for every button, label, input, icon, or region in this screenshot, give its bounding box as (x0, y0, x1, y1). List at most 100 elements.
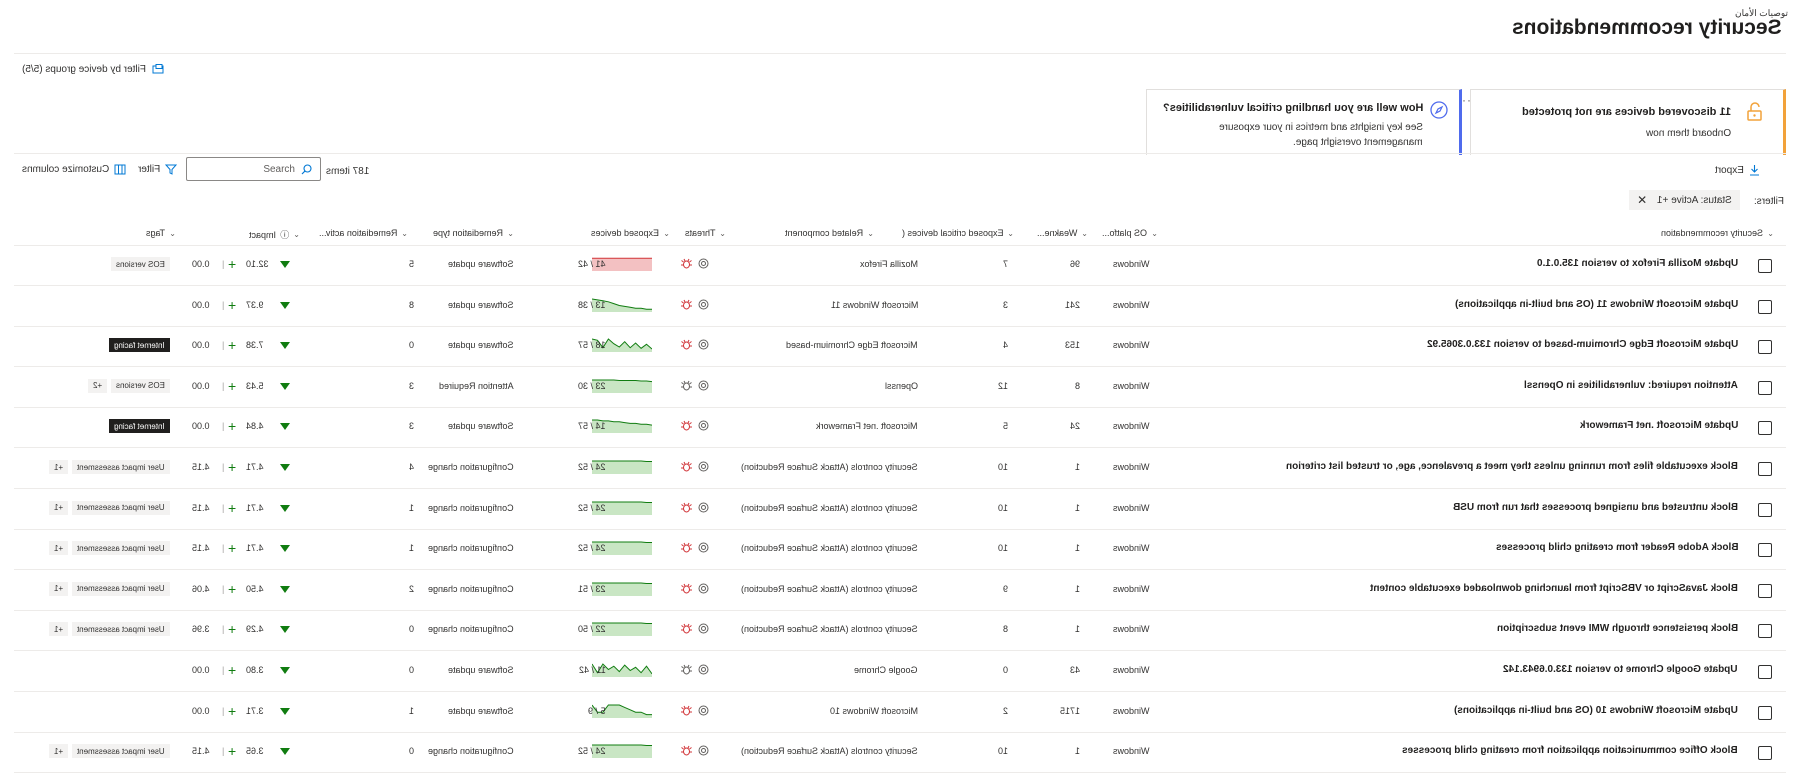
column-header-remediation-type[interactable]: Remediation type ⌄ (433, 228, 514, 238)
bug-icon[interactable] (680, 257, 693, 270)
recommendation-name[interactable]: Attention required: vulnerabilities in O… (1524, 380, 1738, 391)
row-checkbox[interactable] (1758, 624, 1772, 639)
device-group-filter[interactable]: Filter by device groups (5/5) (22, 64, 164, 75)
threat-insight-icon[interactable] (697, 501, 710, 514)
threat-insight-icon[interactable] (697, 663, 710, 676)
chevron-down-icon: ⌄ (1007, 228, 1014, 238)
column-header-component[interactable]: Related component ⌄ (785, 228, 874, 238)
row-checkbox[interactable] (1758, 665, 1772, 679)
row-checkbox[interactable] (1758, 502, 1772, 517)
recommendation-name[interactable]: Block JavaScript or VBScript from launch… (1370, 583, 1738, 594)
row-checkbox[interactable] (1758, 543, 1772, 558)
column-header-label: OS platfo... (1102, 228, 1148, 238)
bug-icon[interactable] (680, 744, 693, 757)
recommendation-name[interactable]: Block executable files from running unle… (1286, 461, 1738, 472)
bug-icon[interactable] (680, 541, 693, 554)
recommendation-name[interactable]: Block persistence through WMI event subs… (1497, 623, 1738, 634)
card-divider (14, 153, 1786, 154)
recommendation-name[interactable]: Update Google Chrome to version 133.0.69… (1503, 664, 1738, 675)
table-row[interactable]: Block persistence through WMI event subs… (14, 611, 1786, 652)
threat-insight-icon[interactable] (697, 338, 710, 351)
bug-icon[interactable] (680, 622, 693, 635)
table-row[interactable]: Update Microsoft Windows 11 (OS and buil… (14, 287, 1786, 327)
recommendation-name[interactable]: Block untrusted and unsigned processes t… (1453, 502, 1738, 513)
row-checkbox[interactable] (1758, 259, 1772, 273)
threat-insight-icon[interactable] (697, 744, 710, 757)
exposed-devices-text: 13 / 38 (578, 299, 606, 310)
row-checkbox[interactable] (1758, 705, 1772, 720)
info-icon: ⓘ (280, 230, 290, 240)
threat-insight-icon[interactable] (697, 419, 710, 432)
column-header-threats[interactable]: Threats ⌄ (685, 228, 726, 238)
tag-text: EOS versions (116, 381, 165, 391)
column-header-name[interactable]: Security recommendation ⌄ (1661, 228, 1774, 238)
remediation-type-text: Configuration change (428, 462, 514, 472)
recommendation-name[interactable]: Update Mozilla Firefox to version 135.0.… (1537, 258, 1738, 269)
bug-icon[interactable] (680, 379, 693, 392)
table-row[interactable]: Update Mozilla Firefox to version 135.0.… (14, 246, 1786, 286)
column-header-tags[interactable]: Tags ⌄ (146, 228, 176, 238)
tag-text: User impact assessment (77, 543, 165, 553)
bug-icon[interactable] (680, 298, 693, 311)
bug-icon[interactable] (680, 501, 693, 514)
column-header-remediation-activity[interactable]: Remediation activ... ⌄ (319, 228, 408, 238)
weaknesses: 241 (1065, 300, 1080, 310)
export-button[interactable]: Export (1715, 164, 1760, 176)
threat-insight-icon[interactable] (697, 622, 710, 635)
exposed-critical-devices: 10 (998, 543, 1008, 553)
row-checkbox[interactable] (1758, 340, 1772, 355)
customize-label: Customize columns (22, 164, 110, 175)
row-checkbox[interactable] (1758, 462, 1772, 476)
search-input[interactable] (195, 163, 295, 175)
card-unprotected-devices[interactable]: ··· 11 discovered devices are not protec… (1457, 89, 1786, 155)
table-row[interactable]: Block Office communication application f… (14, 733, 1786, 774)
card-critical-vulnerabilities[interactable]: How well are you handling critical vulne… (1146, 89, 1462, 155)
bug-icon[interactable] (680, 663, 693, 676)
row-checkbox[interactable] (1758, 746, 1772, 761)
threat-insight-icon[interactable] (697, 298, 710, 311)
customize-columns-button[interactable]: Customize columns (22, 164, 126, 175)
table-row[interactable]: Update Microsoft Windows 10 (OS and buil… (14, 693, 1786, 733)
recommendation-name[interactable]: Update Microsoft Windows 10 (OS and buil… (1454, 705, 1738, 716)
close-icon[interactable]: ✕ (1637, 193, 1647, 207)
row-checkbox[interactable] (1758, 380, 1772, 395)
bug-icon[interactable] (680, 419, 693, 432)
table-row[interactable]: Block Adobe Reader from creating child p… (14, 530, 1786, 571)
threat-insight-icon[interactable] (697, 379, 710, 392)
table-row[interactable]: Block JavaScript or VBScript from launch… (14, 571, 1786, 611)
row-checkbox[interactable] (1758, 299, 1772, 314)
bug-icon[interactable] (680, 460, 693, 473)
recommendation-name[interactable]: Block Adobe Reader from creating child p… (1496, 542, 1738, 553)
table-row[interactable]: Block executable files from running unle… (14, 449, 1786, 489)
recommendation-name[interactable]: Update Microsoft Edge Chromium-based to … (1427, 339, 1738, 350)
recommendation-name[interactable]: Update Microsoft Windows 11 (OS and buil… (1455, 299, 1738, 310)
bug-icon[interactable] (680, 704, 693, 717)
row-checkbox[interactable] (1758, 421, 1772, 436)
remediation-activities-text: 3 (408, 421, 414, 432)
bug-icon[interactable] (680, 338, 693, 351)
related-component: Security controls (Attack Surface Reduct… (741, 503, 918, 513)
recommendation-name[interactable]: Update Microsoft .net Framework (1580, 420, 1738, 431)
threat-insight-icon[interactable] (697, 460, 710, 473)
bug-icon[interactable] (680, 582, 693, 595)
row-checkbox[interactable] (1758, 583, 1772, 598)
threat-insight-icon[interactable] (697, 541, 710, 554)
column-header-os[interactable]: OS platfo... ⌄ (1102, 228, 1158, 238)
table-row[interactable]: Block untrusted and unsigned processes t… (14, 490, 1786, 530)
table-row[interactable]: Update Google Chrome to version 133.0.69… (14, 652, 1786, 692)
filter-button[interactable]: Filter (138, 164, 178, 175)
recommendation-name[interactable]: Block Office communication application f… (1402, 745, 1738, 756)
table-row[interactable]: Update Microsoft Edge Chromium-based to … (14, 327, 1786, 368)
column-header-critical-devices[interactable]: Exposed critical devices (⌄ (902, 228, 1014, 238)
table-row[interactable]: Attention required: vulnerabilities in O… (14, 368, 1786, 408)
search-box[interactable] (186, 157, 321, 181)
column-header-weaknesses[interactable]: Weakne... ⌄ (1037, 228, 1088, 238)
table-row[interactable]: Update Microsoft .net Framework Windows 24… (14, 408, 1786, 449)
threat-insight-icon[interactable] (697, 257, 710, 270)
threat-insight-icon[interactable] (697, 704, 710, 717)
status-filter-chip[interactable]: ✕ Status: Active +1 (1629, 190, 1740, 210)
column-header-exposed[interactable]: Exposed devices ⌄ (591, 228, 670, 238)
related-component: Microsoft Windows 11 (831, 300, 918, 310)
threat-insight-icon[interactable] (697, 582, 710, 595)
column-header-impact[interactable]: Impact ⓘ ⌄ (249, 228, 300, 241)
